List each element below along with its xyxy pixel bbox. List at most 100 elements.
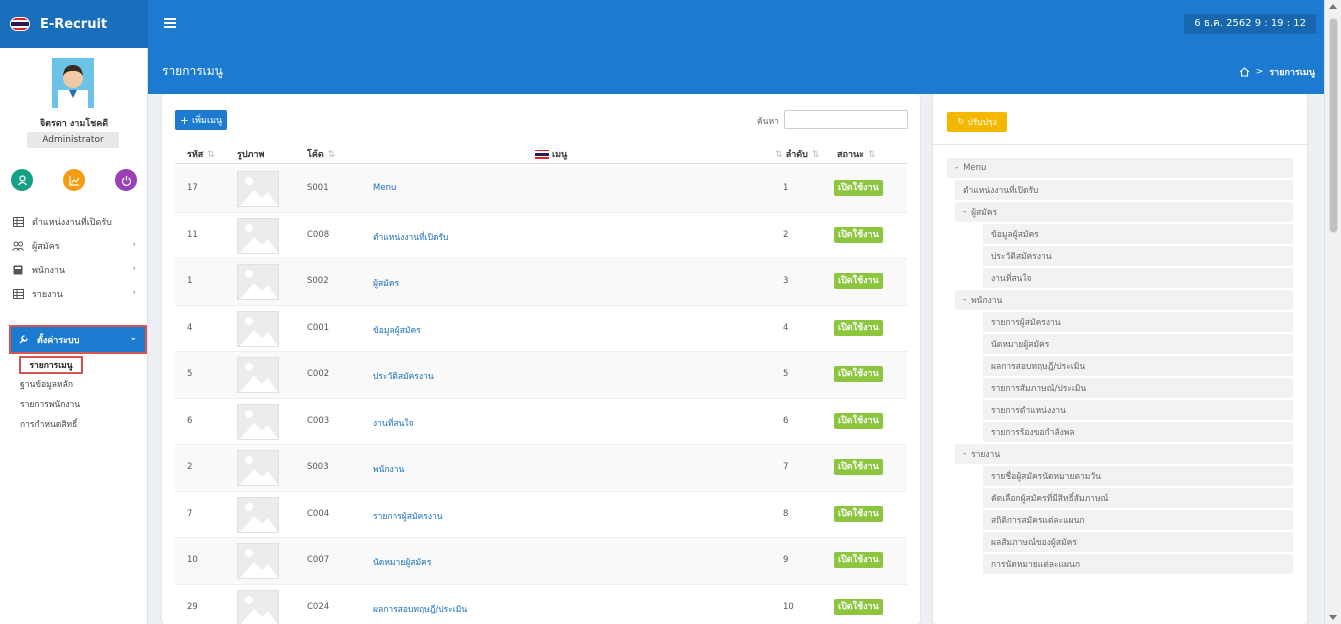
table-row[interactable]: 11 C008 ตำแหน่งงานที่เปิดรับ 2 เปิดใช้งาน <box>175 213 907 259</box>
sidebar-item-job-openings[interactable]: ตำแหน่งงานที่เปิดรับ <box>0 210 148 234</box>
scrollbar-thumb[interactable] <box>1329 18 1338 233</box>
collapse-icon[interactable]: - <box>955 163 958 173</box>
add-menu-button[interactable]: + เพิ่มเมนู <box>175 110 227 130</box>
user-role: Administrator <box>27 132 119 148</box>
menu-toggle-icon[interactable] <box>164 18 176 28</box>
collapse-icon[interactable]: - <box>963 295 966 305</box>
table-row[interactable]: 2 S003 พนักงาน 7 เปิดใช้งาน <box>175 445 907 492</box>
page-scrollbar[interactable] <box>1324 0 1341 624</box>
cell-menu[interactable]: รายการผู้สมัครงาน <box>373 509 443 523</box>
submenu-item-employee-list[interactable]: รายการพนักงาน <box>0 394 148 414</box>
image-placeholder-icon <box>237 403 279 440</box>
tree-item[interactable]: รายการร้องขอกำลังพล <box>983 422 1293 442</box>
th-menu[interactable]: เมนู <box>535 147 567 161</box>
sidebar-item-employees[interactable]: พนักงาน › <box>0 258 148 282</box>
update-button[interactable]: ↻ ปรับปรุง <box>947 112 1007 132</box>
cell-menu[interactable]: ผลการสอบทฤษฎี/ประเมิน <box>373 602 467 616</box>
home-icon[interactable] <box>1239 67 1250 77</box>
clock: 6 ธ.ค. 2562 9 : 19 : 12 <box>1184 14 1316 34</box>
table-row[interactable]: 1 S002 ผู้สมัคร 3 เปิดใช้งาน <box>175 259 907 306</box>
cell-menu[interactable]: Menu <box>373 183 396 193</box>
cell-menu[interactable]: นัดหมายผู้สมัคร <box>373 555 431 569</box>
th-id[interactable]: รหัส ⇅ <box>187 147 215 161</box>
tree-item[interactable]: - รายงาน <box>955 444 1293 464</box>
status-badge[interactable]: เปิดใช้งาน <box>834 459 883 475</box>
cell-code: S001 <box>307 183 329 193</box>
status-badge[interactable]: เปิดใช้งาน <box>834 505 883 522</box>
tree-item[interactable]: - ผู้สมัคร <box>955 202 1293 222</box>
dashboard-button[interactable] <box>63 169 85 191</box>
submenu-item-master-data[interactable]: ฐานข้อมูลหลัก <box>0 374 148 394</box>
tree-item[interactable]: - พนักงาน <box>955 290 1293 310</box>
tree-item-label: รายการสัมภาษณ์/ประเมิน <box>991 384 1087 394</box>
status-badge[interactable]: เปิดใช้งาน <box>834 366 883 382</box>
status-badge[interactable]: เปิดใช้งาน <box>834 598 883 615</box>
tree-item[interactable]: - Menu <box>947 158 1293 178</box>
cell-menu[interactable]: ผู้สมัคร <box>373 276 399 290</box>
sidebar-item-reports[interactable]: รายงาน › <box>0 282 148 306</box>
tree-item[interactable]: รายการสัมภาษณ์/ประเมิน <box>983 378 1293 398</box>
tree-item[interactable]: สถิติการสมัครแต่ละแผนก <box>983 510 1293 530</box>
status-badge[interactable]: เปิดใช้งาน <box>834 412 883 429</box>
logout-button[interactable] <box>115 169 137 191</box>
tree-item[interactable]: การนัดหมายแต่ละแผนก <box>983 554 1293 574</box>
cell-menu[interactable]: งานที่สนใจ <box>373 416 413 430</box>
tree-item[interactable]: ผลสัมภาษณ์ของผู้สมัคร <box>983 532 1293 552</box>
image-placeholder-icon <box>237 357 279 393</box>
collapse-icon[interactable]: - <box>963 449 966 459</box>
tree-item[interactable]: รายการตำแหน่งงาน <box>983 400 1293 420</box>
th-order[interactable]: ⇅ ลำดับ ⇅ <box>771 147 819 161</box>
collapse-icon[interactable]: - <box>963 207 966 217</box>
tree-item[interactable]: ประวัติสมัครงาน <box>983 246 1293 266</box>
tree-item[interactable]: งานที่สนใจ <box>983 268 1293 288</box>
cell-menu[interactable]: พนักงาน <box>373 462 404 476</box>
search-input[interactable] <box>784 110 908 129</box>
scroll-up-icon[interactable] <box>1329 4 1337 9</box>
table-row[interactable]: 4 C001 ข้อมูลผู้สมัคร 4 เปิดใช้งาน <box>175 306 907 352</box>
cell-code: C001 <box>307 322 330 333</box>
cell-menu[interactable]: ประวัติสมัครงาน <box>373 369 434 383</box>
table-row[interactable]: 5 C002 ประวัติสมัครงาน 5 เปิดใช้งาน <box>175 352 907 399</box>
status-badge[interactable]: เปิดใช้งาน <box>834 273 883 289</box>
cell-order: 8 <box>783 508 789 519</box>
tree-item[interactable]: ตำแหน่งงานที่เปิดรับ <box>955 180 1293 200</box>
cell-code: C007 <box>307 555 330 565</box>
table-row[interactable]: 7 C004 รายการผู้สมัครงาน 8 เปิดใช้งาน <box>175 492 907 538</box>
table-row[interactable]: 17 S001 Menu 1 เปิดใช้งาน <box>175 166 907 213</box>
chevron-down-icon: ⌄ <box>129 333 137 343</box>
power-icon <box>121 175 131 186</box>
status-badge[interactable]: เปิดใช้งาน <box>834 319 883 336</box>
status-badge[interactable]: เปิดใช้งาน <box>834 180 883 196</box>
tree-item[interactable]: รายการผู้สมัครงาน <box>983 312 1293 332</box>
th-status[interactable]: สถานะ ⇅ <box>837 147 876 161</box>
menu-tree: - Menu ตำแหน่งงานที่เปิดรับ - ผู้สมัคร ข้อมูล… <box>947 158 1293 576</box>
table-row[interactable]: 29 C024 ผลการสอบทฤษฎี/ประเมิน 10 เปิดใช้งาน <box>175 585 907 624</box>
tree-item[interactable]: รายชื่อผู้สมัครนัดหมายตามวัน <box>983 466 1293 486</box>
brand[interactable]: E-Recruit <box>0 0 148 48</box>
update-label: ปรับปรุง <box>967 118 997 128</box>
submenu-item-permissions[interactable]: การกำหนดสิทธิ์ <box>0 414 148 434</box>
sidebar-nav: ตำแหน่งงานที่เปิดรับ ผู้สมัคร › พนักงาน … <box>0 210 148 306</box>
tree-item-label: รายชื่อผู้สมัครนัดหมายตามวัน <box>991 472 1101 482</box>
sort-icon: ⇅ <box>811 150 820 160</box>
image-placeholder-icon <box>237 496 279 533</box>
tree-item-label: พนักงาน <box>971 296 1003 306</box>
cell-menu[interactable]: ข้อมูลผู้สมัคร <box>373 323 421 337</box>
table-row[interactable]: 6 C003 งานที่สนใจ 6 เปิดใช้งาน <box>175 399 907 445</box>
table-row[interactable]: 10 C007 นัดหมายผู้สมัคร 9 เปิดใช้งาน <box>175 538 907 585</box>
submenu-item-menu-list[interactable]: รายการเมนู <box>19 356 83 374</box>
status-badge[interactable]: เปิดใช้งาน <box>834 552 883 568</box>
sidebar-item-settings[interactable]: ตั้งค่าระบบ ⌄ <box>9 325 147 354</box>
tree-item[interactable]: ผลการสอบทฤษฎี/ประเมิน <box>983 356 1293 376</box>
th-code[interactable]: โค้ด ⇅ <box>307 147 335 161</box>
status-badge[interactable]: เปิดใช้งาน <box>834 226 883 243</box>
tree-item[interactable]: นัดหมายผู้สมัคร <box>983 334 1293 354</box>
tree-item-label: ผลสัมภาษณ์ของผู้สมัคร <box>991 538 1077 548</box>
tree-item[interactable]: ข้อมูลผู้สมัคร <box>983 224 1293 244</box>
table-icon <box>12 217 24 227</box>
sidebar-item-applicants[interactable]: ผู้สมัคร › <box>0 234 148 258</box>
scroll-down-icon[interactable] <box>1329 615 1337 620</box>
profile-button[interactable] <box>11 169 33 191</box>
cell-menu[interactable]: ตำแหน่งงานที่เปิดรับ <box>373 230 448 244</box>
tree-item[interactable]: คัดเลือกผู้สมัครที่มีสิทธิ์สัมภาษณ์ <box>983 488 1293 508</box>
